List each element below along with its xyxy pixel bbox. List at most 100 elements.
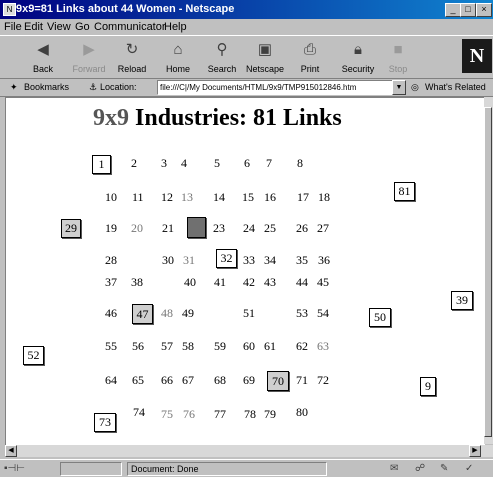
menu-go[interactable]: Go (75, 21, 90, 33)
horizontal-scrollbar[interactable]: ◀ ▶ (5, 445, 493, 457)
boxed-link-47[interactable]: 47 (132, 304, 153, 324)
boxed-link-22[interactable] (187, 217, 206, 238)
number-link[interactable]: 62 (296, 339, 308, 354)
maximize-button[interactable]: □ (460, 3, 476, 17)
number-link[interactable]: 21 (162, 221, 174, 236)
boxed-link-1[interactable]: 1 (92, 155, 111, 174)
number-link[interactable]: 28 (105, 253, 117, 268)
number-link[interactable]: 5 (214, 156, 220, 171)
number-link[interactable]: 74 (133, 405, 145, 420)
number-link[interactable]: 4 (181, 156, 187, 171)
scroll-right-button[interactable]: ▶ (469, 445, 481, 457)
boxed-link-73[interactable]: 73 (94, 413, 116, 432)
number-link[interactable]: 64 (105, 373, 117, 388)
number-link[interactable]: 54 (317, 306, 329, 321)
back-button[interactable]: ◀ Back (20, 36, 66, 78)
boxed-link-9[interactable]: 9 (420, 377, 436, 396)
number-link[interactable]: 35 (296, 253, 308, 268)
number-link[interactable]: 57 (161, 339, 173, 354)
mail-icon[interactable]: ✉ (390, 463, 398, 474)
menu-view[interactable]: View (47, 21, 71, 33)
number-link[interactable]: 37 (105, 275, 117, 290)
number-link[interactable]: 65 (132, 373, 144, 388)
number-link[interactable]: 34 (264, 253, 276, 268)
number-link[interactable]: 79 (264, 407, 276, 422)
number-link[interactable]: 16 (264, 190, 276, 205)
number-link[interactable]: 49 (182, 306, 194, 321)
number-link[interactable]: 44 (296, 275, 308, 290)
number-link[interactable]: 63 (317, 339, 329, 354)
number-link[interactable]: 48 (161, 306, 173, 321)
number-link[interactable]: 10 (105, 190, 117, 205)
number-link[interactable]: 23 (213, 221, 225, 236)
app-icon[interactable]: N (3, 3, 16, 16)
number-link[interactable]: 76 (183, 407, 195, 422)
number-link[interactable]: 71 (296, 373, 308, 388)
search-button[interactable]: ⚲ Search (199, 36, 245, 78)
vertical-scrollbar[interactable] (484, 97, 493, 444)
number-link[interactable]: 66 (161, 373, 173, 388)
boxed-link-70[interactable]: 70 (267, 371, 289, 391)
number-link[interactable]: 7 (266, 156, 272, 171)
number-link[interactable]: 56 (132, 339, 144, 354)
boxed-link-29[interactable]: 29 (61, 219, 81, 238)
number-link[interactable]: 61 (264, 339, 276, 354)
netscape-button[interactable]: ▣ Netscape (242, 36, 288, 78)
print-button[interactable]: ⎙ Print (287, 36, 333, 78)
number-link[interactable]: 8 (297, 156, 303, 171)
url-field[interactable]: file:///C|/My Documents/HTML/9x9/TMP9150… (157, 80, 393, 95)
menu-help[interactable]: Help (164, 21, 187, 33)
boxed-link-32[interactable]: 32 (216, 249, 237, 268)
close-button[interactable]: × (476, 3, 492, 17)
number-link[interactable]: 51 (243, 306, 255, 321)
number-link[interactable]: 43 (264, 275, 276, 290)
number-link[interactable]: 17 (297, 190, 309, 205)
number-link[interactable]: 14 (213, 190, 225, 205)
stop-button[interactable]: ■ Stop (375, 36, 421, 78)
number-link[interactable]: 2 (131, 156, 137, 171)
boxed-link-50[interactable]: 50 (369, 308, 391, 327)
discussions-icon[interactable]: ☍ (415, 463, 425, 474)
number-link[interactable]: 60 (243, 339, 255, 354)
number-link[interactable]: 15 (242, 190, 254, 205)
number-link[interactable]: 36 (318, 253, 330, 268)
number-link[interactable]: 46 (105, 306, 117, 321)
number-link[interactable]: 78 (244, 407, 256, 422)
number-link[interactable]: 68 (214, 373, 226, 388)
number-link[interactable]: 38 (131, 275, 143, 290)
reload-button[interactable]: ↻ Reload (109, 36, 155, 78)
number-link[interactable]: 75 (161, 407, 173, 422)
number-link[interactable]: 69 (243, 373, 255, 388)
boxed-link-39[interactable]: 39 (451, 291, 473, 310)
netscape-logo[interactable]: N (462, 39, 492, 73)
number-link[interactable]: 40 (184, 275, 196, 290)
bookmarks-button[interactable]: Bookmarks (24, 82, 69, 92)
forward-button[interactable]: ▶ Forward (66, 36, 112, 78)
number-link[interactable]: 41 (214, 275, 226, 290)
number-link[interactable]: 24 (243, 221, 255, 236)
boxed-link-81[interactable]: 81 (394, 182, 415, 201)
number-link[interactable]: 6 (244, 156, 250, 171)
menu-edit[interactable]: Edit (24, 21, 43, 33)
number-link[interactable]: 59 (214, 339, 226, 354)
number-link[interactable]: 42 (243, 275, 255, 290)
scroll-left-button[interactable]: ◀ (5, 445, 17, 457)
number-link[interactable]: 33 (243, 253, 255, 268)
number-link[interactable]: 45 (317, 275, 329, 290)
number-link[interactable]: 77 (214, 407, 226, 422)
number-link[interactable]: 19 (105, 221, 117, 236)
boxed-link-52[interactable]: 52 (23, 346, 44, 365)
number-link[interactable]: 80 (296, 405, 308, 420)
number-link[interactable]: 26 (296, 221, 308, 236)
number-link[interactable]: 3 (161, 156, 167, 171)
number-link[interactable]: 31 (183, 253, 195, 268)
menu-file[interactable]: File (4, 21, 22, 33)
number-link[interactable]: 30 (162, 253, 174, 268)
number-link[interactable]: 53 (296, 306, 308, 321)
number-link[interactable]: 12 (161, 190, 173, 205)
number-link[interactable]: 27 (317, 221, 329, 236)
composer-icon[interactable]: ✎ (440, 463, 448, 474)
number-link[interactable]: 11 (132, 190, 144, 205)
number-link[interactable]: 20 (131, 221, 143, 236)
vertical-scroll-thumb[interactable] (484, 107, 492, 437)
